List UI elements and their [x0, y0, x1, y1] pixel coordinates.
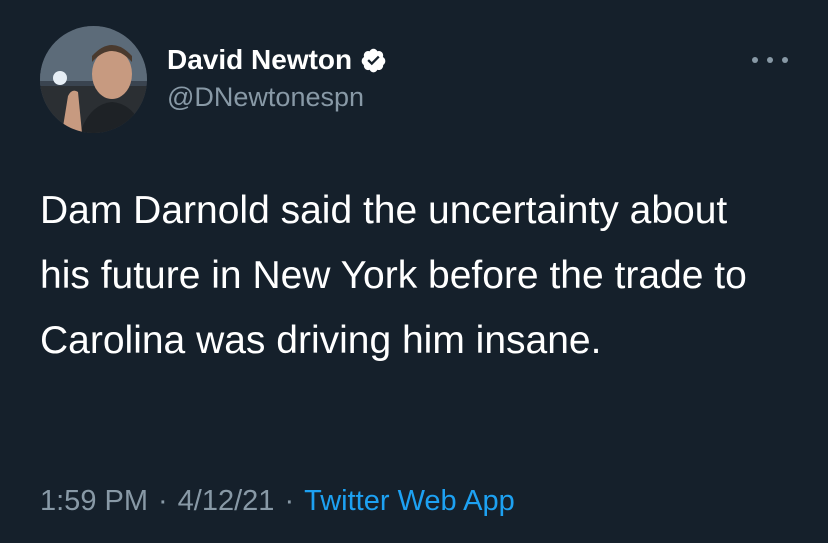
tweet-meta: 1:59 PM · 4/12/21 · Twitter Web App: [40, 485, 515, 518]
verified-badge-icon: [360, 47, 387, 74]
more-options-icon[interactable]: [752, 50, 788, 70]
tweet-card: David Newton @DNewtonespn Dam Darnold sa…: [0, 0, 828, 543]
avatar-photo: [40, 26, 147, 133]
author-handle[interactable]: @DNewtonespn: [167, 82, 364, 113]
meta-separator: ·: [284, 485, 295, 517]
tweet-date[interactable]: 4/12/21: [178, 485, 275, 517]
more-dot: [752, 57, 758, 63]
author-display-name[interactable]: David Newton: [167, 44, 352, 76]
more-dot: [782, 57, 788, 63]
more-dot: [767, 57, 773, 63]
tweet-text: Dam Darnold said the uncertainty about h…: [40, 189, 747, 362]
tweet-time[interactable]: 1:59 PM: [40, 485, 148, 517]
meta-separator: ·: [158, 485, 168, 517]
tweet-source-link[interactable]: Twitter Web App: [304, 485, 515, 517]
author-name-row: David Newton: [167, 42, 387, 78]
avatar[interactable]: [40, 26, 147, 133]
